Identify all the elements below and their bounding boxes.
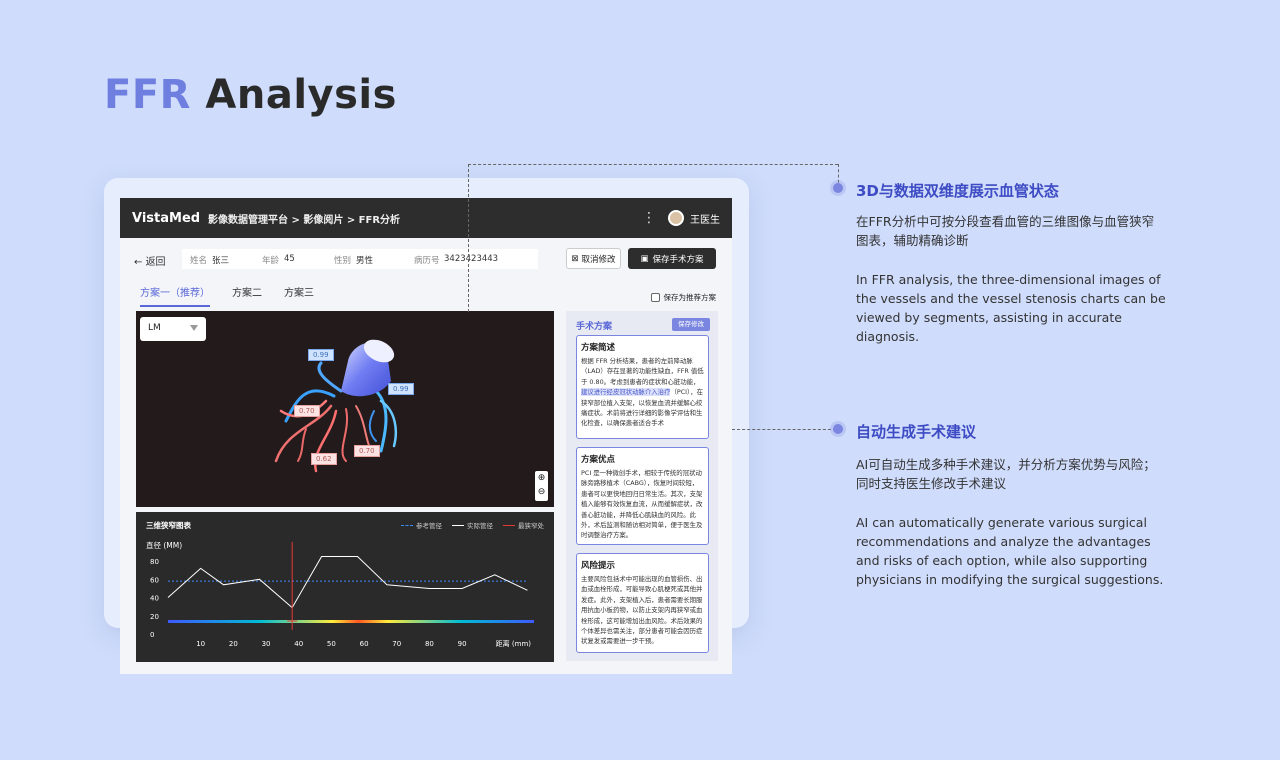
name-label: 姓名 [190,256,208,266]
x-tick-label: 60 [360,640,369,648]
ffr-tag[interactable]: 0.99 [388,383,414,395]
advantages-card[interactable]: 方案优点 PCI 是一种微创手术，相较于传统的冠状动脉旁路移植术（CABG），恢… [576,447,709,545]
arrow-left-icon: ← [134,257,146,268]
feature-desc-en: In FFR analysis, the three-dimensional i… [856,272,1166,344]
plan-panel: 手术方案 保存修改 方案简述 根据 FFR 分析结果，患者的左前降动脉（LAD）… [566,311,718,661]
risks-body[interactable]: 主要风险包括术中可能出现的血管损伤、出血或血栓形成，可能导致心肌梗死或其他并发症… [581,574,704,647]
cancel-edit-label: 取消修改 [581,254,616,265]
advantages-heading: 方案优点 [581,455,616,465]
x-tick-label: 80 [425,640,434,648]
y-tick-label: 80 [150,558,159,566]
back-button[interactable]: ← 返回 [134,253,166,268]
overview-body[interactable]: 根据 FFR 分析结果，患者的左前降动脉（LAD）存在显著的功能性缺血，FFR … [581,356,704,429]
tab-plan-2[interactable]: 方案二 [232,284,262,307]
y-tick-label: 0 [150,631,154,639]
more-menu-icon[interactable]: ⋮ [642,210,656,226]
ffr-tag[interactable]: 0.99 [308,349,334,361]
y-tick-label: 60 [150,576,159,584]
x-tick-label: 90 [458,640,467,648]
vessel-3d-viewer[interactable]: LM 0.99 0.99 0.70 0.62 0.70 ⊕ ⊖ [136,311,554,507]
x-tick-label: 50 [327,640,336,648]
y-axis-label: 直径 (MM) [146,540,182,550]
plan-tabs: 方案一（推荐） 方案二 方案三 [140,284,314,307]
overview-text: 根据 FFR 分析结果，患者的左前降动脉（LAD）存在显著的功能性缺血，FFR … [581,357,704,386]
recommend-toggle[interactable]: 保存为推荐方案 [650,292,717,303]
save-edit-button[interactable]: 保存修改 [672,318,710,331]
x-tick-label: 40 [294,640,303,648]
heat-bar [168,620,534,623]
user-name[interactable]: 王医生 [690,211,720,226]
chart-plot: 直径 (MM) 距离 (mm) 0 20 40 60 80 10 20 30 40 50 60 70 8… [146,540,534,648]
record-label: 病历号 [414,256,440,266]
patient-record: 3423423443 [444,254,499,264]
tab-plan-3[interactable]: 方案三 [284,284,314,307]
recommend-checkbox[interactable] [650,293,660,302]
overview-highlight[interactable]: 建议进行经皮冠状动脉介入治疗 [581,388,671,397]
ffr-tag[interactable]: 0.70 [294,405,320,417]
close-box-icon: ⊠ [571,253,579,264]
series-line [167,556,528,609]
brand-logo: VistaMed [132,210,201,226]
risks-heading: 风险提示 [581,561,616,571]
feature-title: 3D与数据双维度展示血管状态 [856,182,1059,200]
feature-title: 自动生成手术建议 [856,423,977,441]
x-tick-label: 70 [392,640,401,648]
save-icon: ▣ [640,253,649,264]
stenosis-chart: 三维狭窄图表 参考管径 实际管径 最狭窄处 直径 (MM) 距离 (mm) 02… [136,512,554,662]
cancel-edit-button[interactable]: ⊠ 取消修改 [566,248,621,269]
y-tick-label: 20 [150,613,159,621]
risks-card[interactable]: 风险提示 主要风险包括术中可能出现的血管损伤、出血或血栓形成，可能导致心肌梗死或… [576,553,709,653]
y-tick-label: 40 [150,595,159,603]
feature-dot [833,424,843,434]
patient-age: 45 [284,254,295,264]
hero-title-rest: Analysis [205,72,397,118]
feature-desc-en: AI can automatically generate various su… [856,515,1164,587]
zoom-in-icon[interactable]: ⊕ [535,471,548,485]
patient-info-row: ← 返回 姓名 张三 年龄 45 性别 男性 病历号 3423423443 ⊠ … [120,248,732,272]
save-plan-label: 保存手术方案 [652,254,704,265]
breadcrumb: 影像数据管理平台 > 影像阅片 > FFR分析 [208,214,401,226]
patient-name: 张三 [212,256,230,266]
patient-info: 姓名 张三 年龄 45 性别 男性 病历号 3423423443 [182,249,538,269]
zoom-out-icon[interactable]: ⊖ [535,485,548,499]
hero-title: FFR Analysis [104,72,397,118]
avatar[interactable] [668,210,684,226]
feature-dot [833,183,843,193]
x-tick-label: 30 [262,640,271,648]
app-window: VistaMed 影像数据管理平台 > 影像阅片 > FFR分析 ⋮ 王医生 ←… [120,198,732,674]
save-plan-button[interactable]: ▣ 保存手术方案 [628,248,716,269]
connector-line [468,164,838,165]
advantages-body[interactable]: PCI 是一种微创手术，相较于传统的冠状动脉旁路移植术（CABG），恢复时间较短… [581,468,704,541]
overview-card[interactable]: 方案简述 根据 FFR 分析结果，患者的左前降动脉（LAD）存在显著的功能性缺血… [576,335,709,439]
app-header: VistaMed 影像数据管理平台 > 影像阅片 > FFR分析 ⋮ 王医生 [120,198,732,238]
x-tick-label: 10 [196,640,205,648]
feature-desc-cn: 在FFR分析中可按分段查看血管的三维图像与血管狭窄图表，辅助精确诊断 [856,214,1155,248]
vessel-render [274,339,398,473]
overview-heading: 方案简述 [581,343,616,353]
tab-plan-1[interactable]: 方案一（推荐） [140,284,210,307]
age-label: 年龄 [262,256,280,266]
ffr-tag[interactable]: 0.62 [311,453,337,465]
zoom-controls: ⊕ ⊖ [535,471,548,501]
back-label: 返回 [145,257,166,268]
x-axis-label: 距离 (mm) [496,639,532,648]
feature-desc-cn: AI可自动生成多种手术建议，并分析方案优势与风险；同时支持医生修改手术建议 [856,457,1156,491]
recommend-label: 保存为推荐方案 [663,293,717,302]
x-tick-label: 20 [229,640,238,648]
ffr-tag[interactable]: 0.70 [354,445,380,457]
connector-line [468,164,469,312]
plan-title: 手术方案 [576,322,613,332]
gender-label: 性别 [334,256,352,266]
patient-gender: 男性 [356,256,374,266]
connector-line [732,429,836,430]
hero-title-accent: FFR [104,72,191,118]
